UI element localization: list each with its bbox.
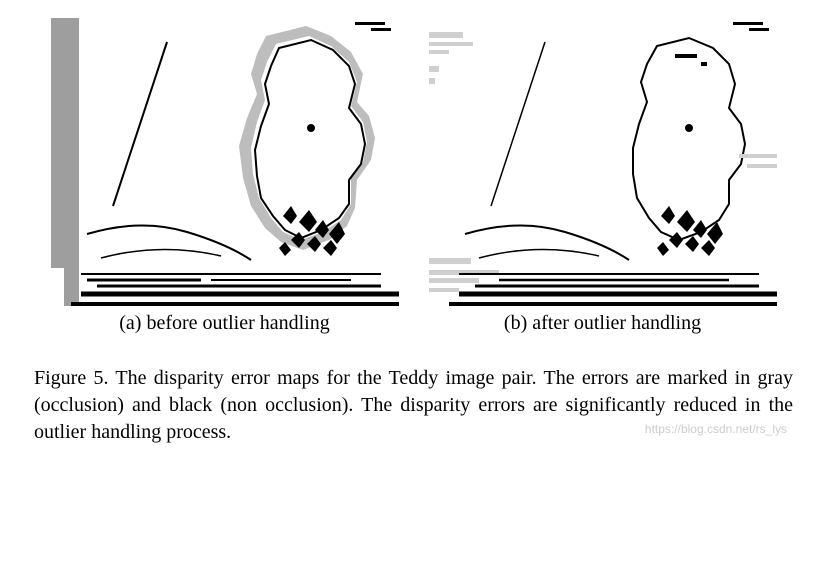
subfigure-a: (a) before outlier handling — [51, 18, 399, 335]
subfigure-b-image — [429, 18, 777, 308]
watermark-text: https://blog.csdn.net/rs_lys — [645, 422, 787, 436]
figure-container: { "figure": { "sub_a": { "caption": "(a)… — [30, 18, 797, 446]
subfigure-b: (b) after outlier handling — [429, 18, 777, 335]
subfigure-b-caption: (b) after outlier handling — [504, 312, 701, 335]
subfigure-a-caption: (a) before outlier handling — [119, 312, 329, 335]
subfigure-a-image — [51, 18, 399, 308]
subfigure-row: (a) before outlier handling — [30, 18, 797, 335]
